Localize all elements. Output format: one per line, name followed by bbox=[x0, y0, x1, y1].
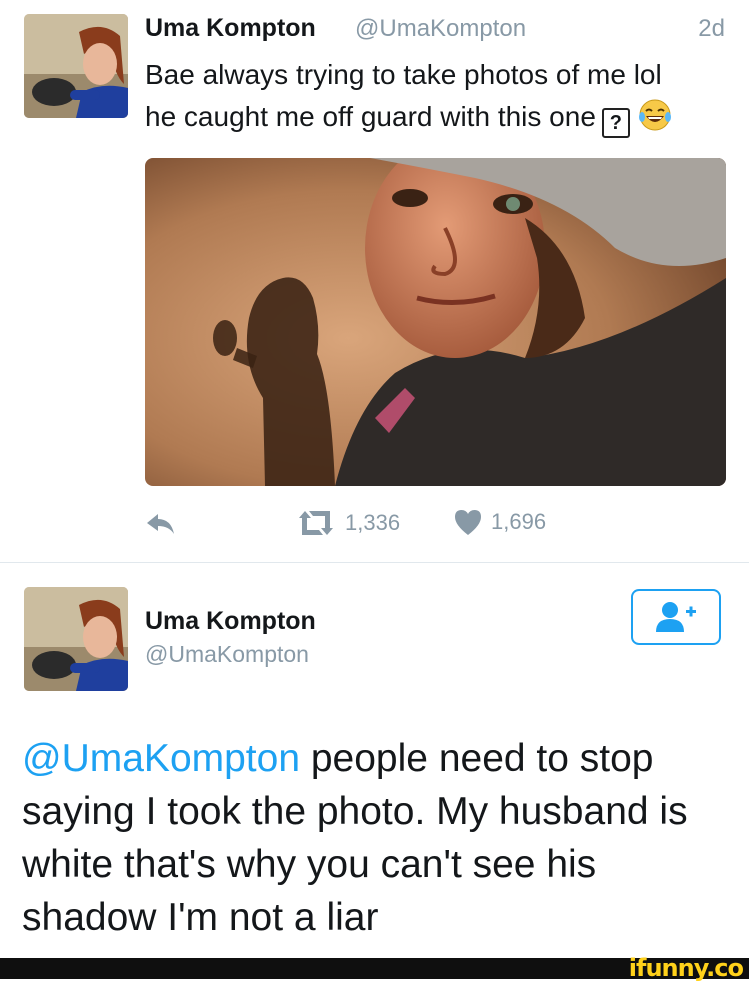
reply-icon bbox=[147, 514, 174, 534]
add-user-icon bbox=[656, 602, 696, 632]
tweet-text-line-2: he caught me off guard with this one? bbox=[145, 96, 725, 138]
reply-avatar[interactable] bbox=[24, 587, 128, 691]
avatar-image bbox=[24, 14, 128, 118]
like-button[interactable]: 1,696 bbox=[453, 508, 546, 536]
tweet-text: Bae always trying to take photos of me l… bbox=[145, 54, 725, 138]
author-handle[interactable]: @UmaKompton bbox=[355, 15, 526, 43]
retweet-icon bbox=[299, 511, 333, 535]
reply-button[interactable] bbox=[145, 510, 177, 538]
unknown-glyph-icon: ? bbox=[601, 108, 630, 138]
tweet-actions: 1,336 1,696 bbox=[145, 508, 705, 544]
heart-icon bbox=[455, 510, 481, 535]
retweet-count: 1,336 bbox=[345, 510, 401, 535]
reply-author-handle[interactable]: @UmaKompton bbox=[145, 641, 309, 668]
face-with-tears-of-joy-icon bbox=[638, 99, 671, 131]
like-count: 1,696 bbox=[491, 509, 547, 534]
tweet-text-line-2-content: he caught me off guard with this one bbox=[145, 101, 596, 132]
reply-mention-link[interactable]: @UmaKompton bbox=[22, 737, 300, 780]
avatar-image bbox=[24, 587, 128, 691]
tweet-photo[interactable] bbox=[145, 158, 726, 486]
reply-text: @UmaKompton people need to stop saying I… bbox=[22, 732, 737, 944]
ifunny-watermark-logo: ifunny.co bbox=[628, 954, 744, 982]
retweet-button[interactable]: 1,336 bbox=[295, 508, 400, 538]
tweet-divider bbox=[0, 562, 749, 563]
avatar[interactable] bbox=[24, 14, 128, 118]
reply-author-name[interactable]: Uma Kompton bbox=[145, 607, 316, 636]
author-name[interactable]: Uma Kompton bbox=[145, 14, 316, 43]
tweet-text-line-1: Bae always trying to take photos of me l… bbox=[145, 59, 662, 90]
tweet-timestamp[interactable]: 2d bbox=[698, 15, 725, 43]
selfie-image bbox=[145, 158, 726, 486]
follow-button[interactable] bbox=[631, 589, 721, 645]
